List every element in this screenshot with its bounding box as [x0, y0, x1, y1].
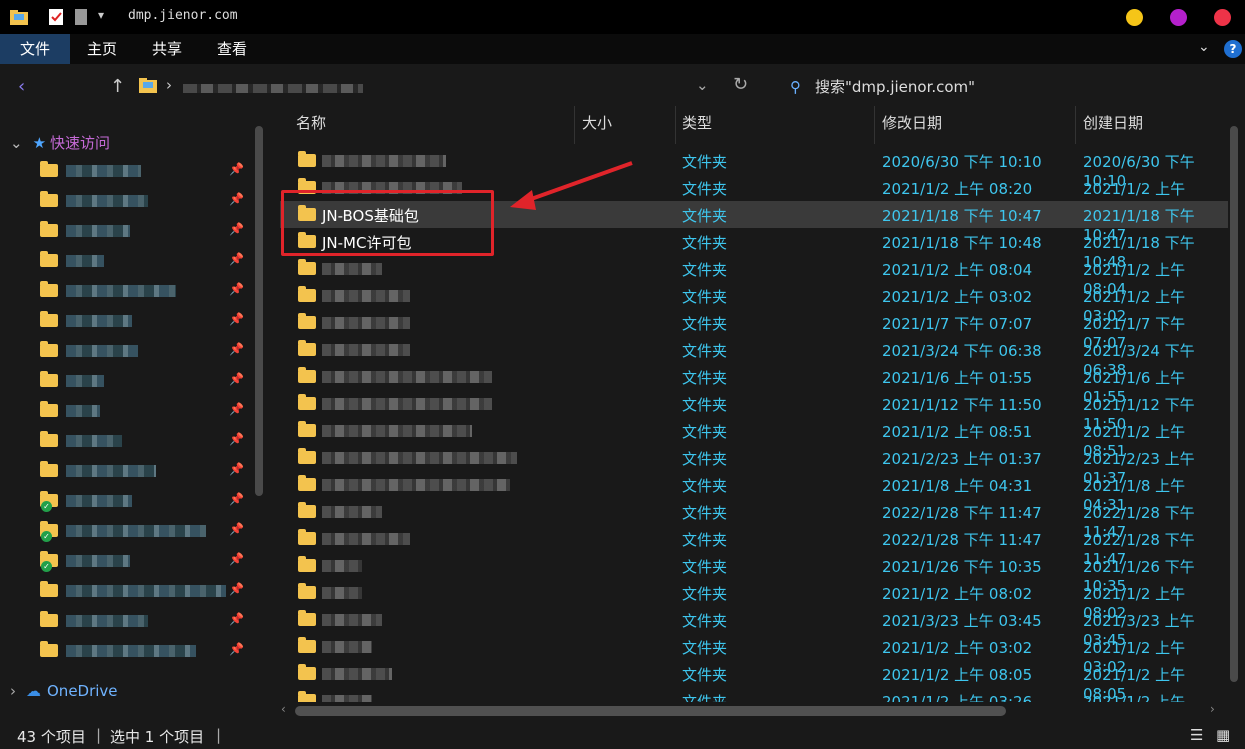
- large-icons-view-icon[interactable]: ▦: [1216, 726, 1230, 744]
- status-divider: |: [216, 726, 222, 744]
- status-divider: |: [96, 726, 102, 744]
- selected-count: 选中 1 个项目: [110, 728, 205, 746]
- annotation-arrow: [510, 161, 633, 210]
- details-view-icon[interactable]: ☰: [1190, 726, 1203, 744]
- item-count: 43 个项目: [17, 728, 86, 746]
- status-bar: 43 个项目 | 选中 1 个项目 | ☰ ▦: [0, 720, 1245, 749]
